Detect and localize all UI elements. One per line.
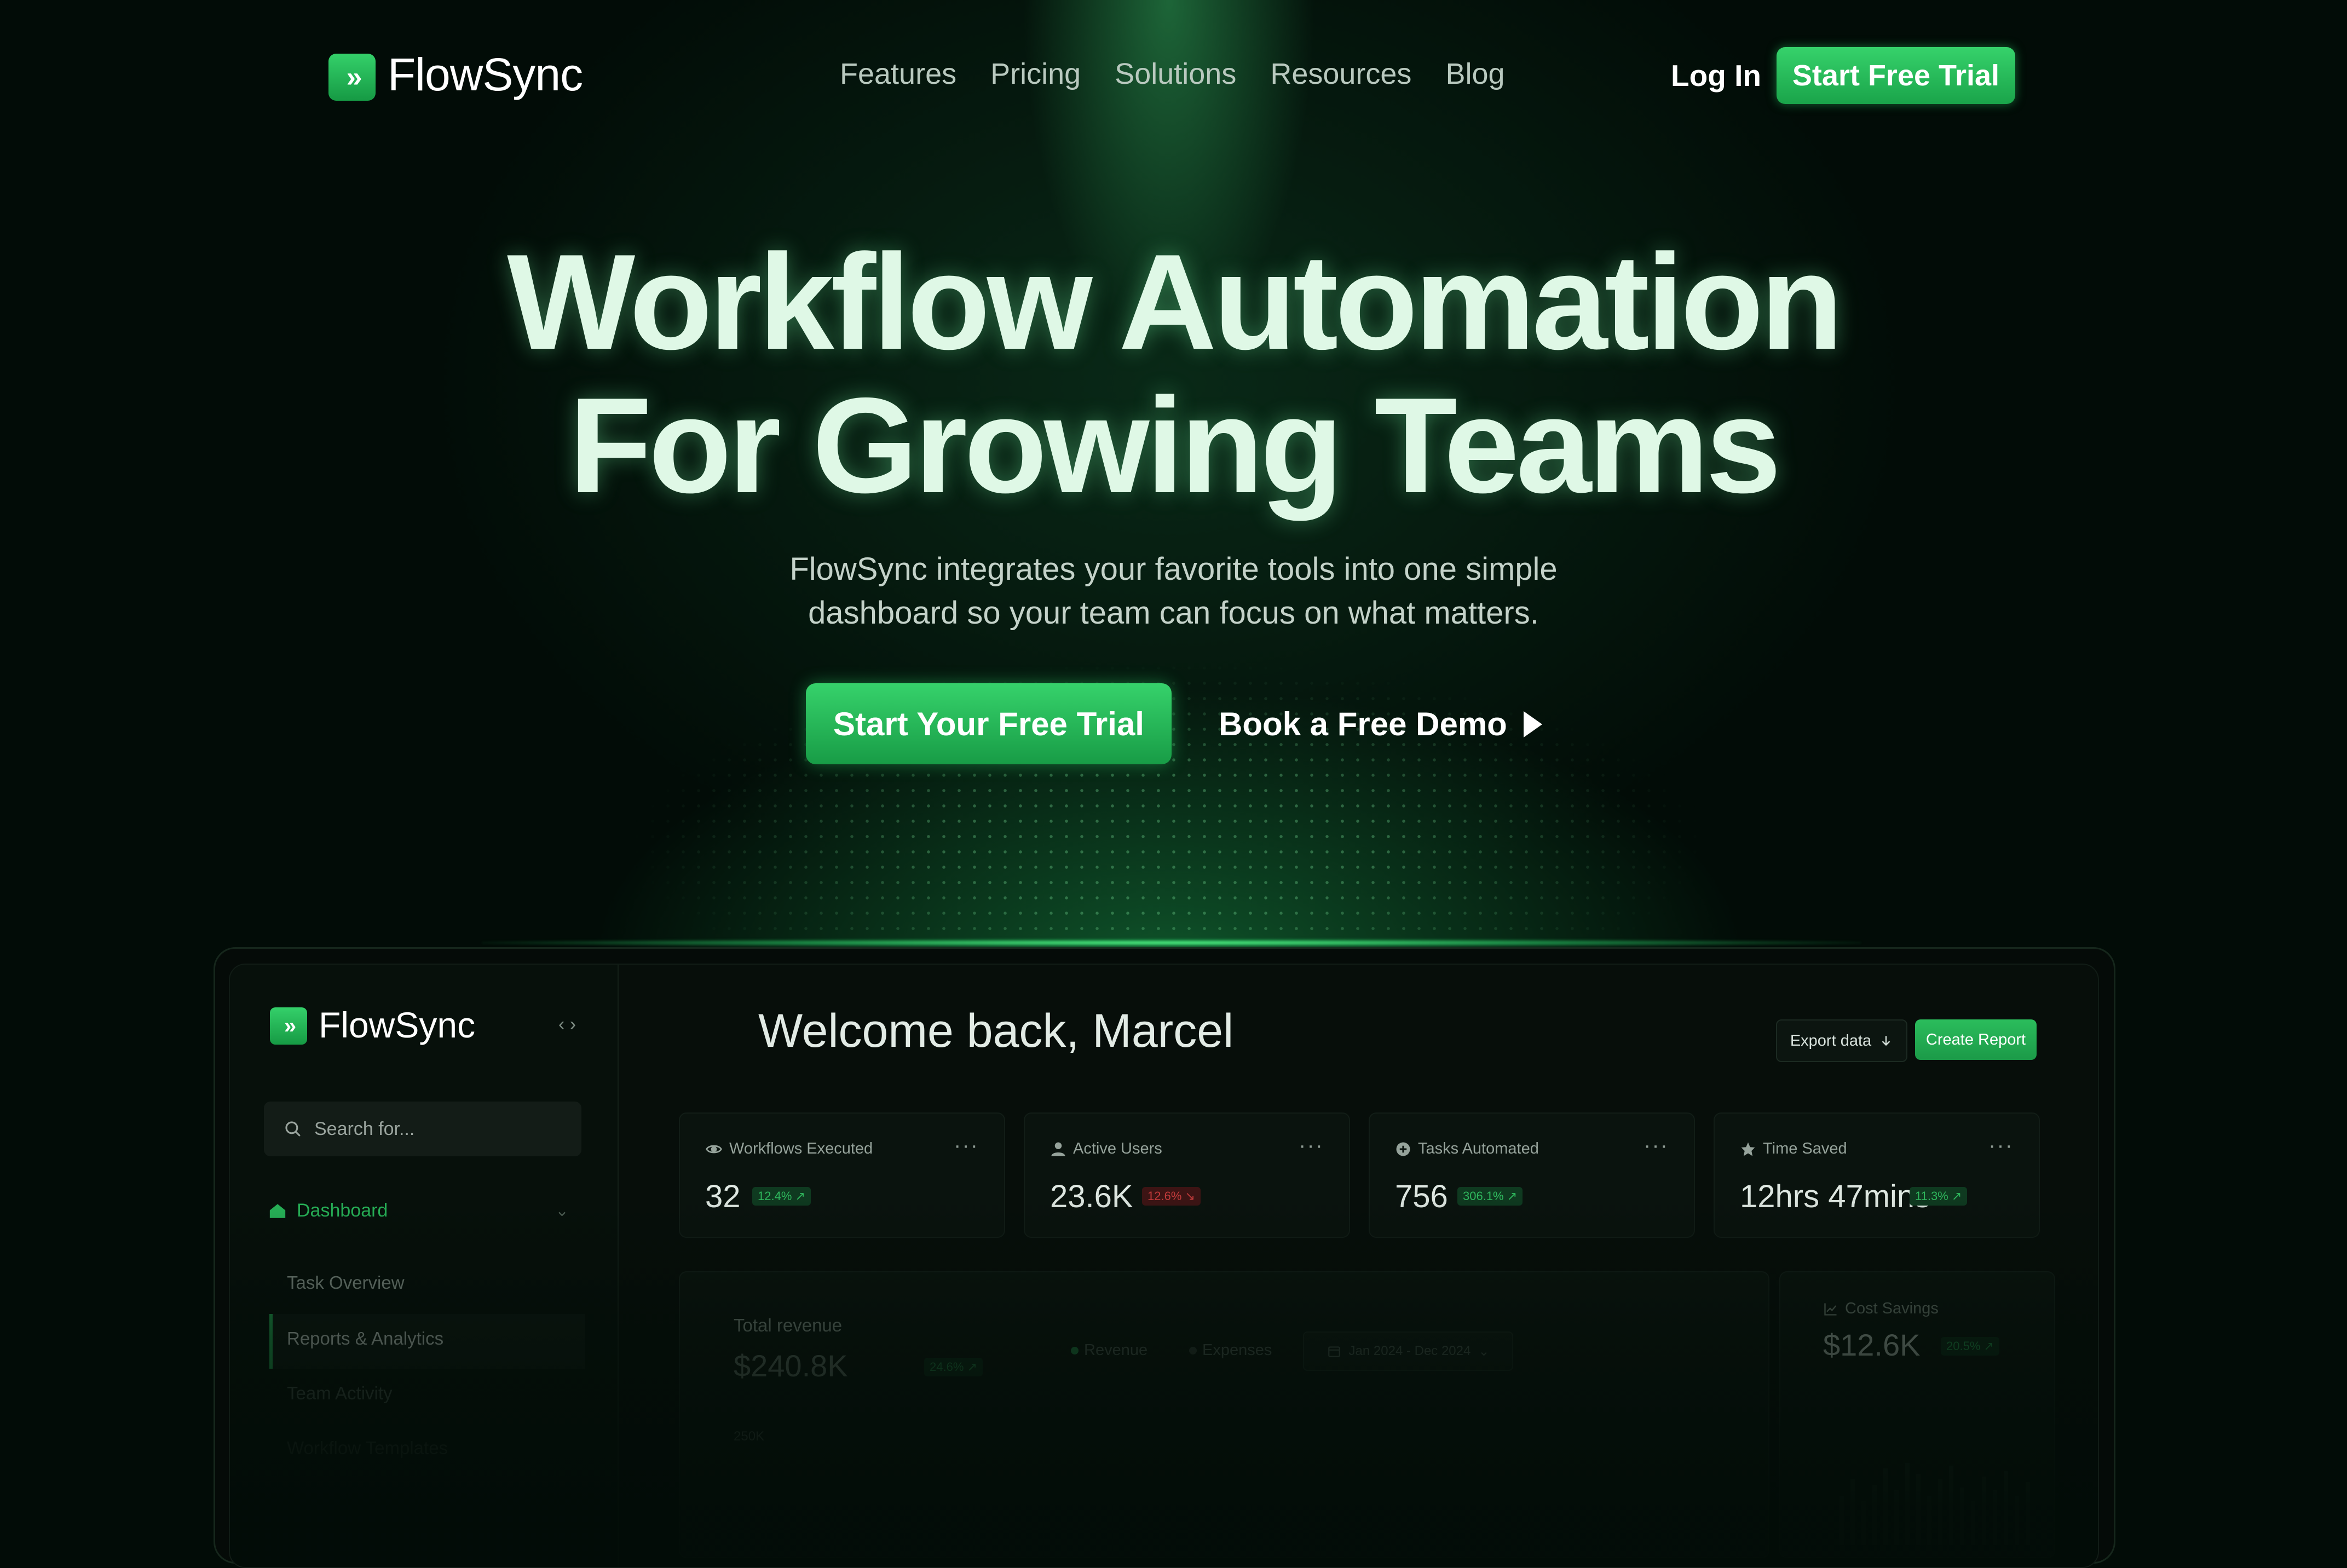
- export-data-label: Export data: [1790, 1031, 1872, 1050]
- cost-savings-label: Cost Savings: [1823, 1300, 1939, 1318]
- kpi-value: 12hrs 47mins: [1740, 1179, 1931, 1214]
- sidebar-search-input[interactable]: [313, 1117, 567, 1140]
- kpi-change-badge: 306.1% ↗: [1457, 1187, 1523, 1206]
- revenue-value: $240.8K: [734, 1348, 848, 1383]
- book-demo-label: Book a Free Demo: [1219, 706, 1507, 742]
- sidebar-item-dashboard[interactable]: Dashboard: [268, 1200, 388, 1221]
- kpi-label: Workflows Executed: [705, 1140, 873, 1158]
- export-data-button[interactable]: Export data: [1776, 1019, 1907, 1062]
- nav-link-resources[interactable]: Resources: [1270, 57, 1411, 91]
- sidebar-item-dashboard-label: Dashboard: [297, 1200, 388, 1221]
- sidebar-brand: FlowSync: [319, 1005, 476, 1045]
- kpi-label-text: Active Users: [1073, 1140, 1162, 1157]
- legend-dot-icon: [1189, 1346, 1197, 1354]
- revenue-card: [679, 1271, 1769, 1558]
- hero-subtitle: FlowSync integrates your favorite tools …: [0, 547, 2347, 635]
- kpi-change-badge: 11.3% ↗: [1910, 1187, 1968, 1206]
- cost-savings-change-badge: 20.5% ↗: [1941, 1337, 1999, 1356]
- cost-savings-bars: [1839, 1463, 2030, 1545]
- chevron-down-icon: ⌄: [1478, 1344, 1490, 1359]
- sidebar-collapse-icon[interactable]: ‹ ›: [558, 1014, 576, 1035]
- calendar-icon: [1328, 1346, 1340, 1357]
- plus-circle-icon: [1396, 1142, 1410, 1156]
- hero-title-line-1: Workflow Automation: [507, 226, 1843, 378]
- star-icon: [1741, 1142, 1755, 1156]
- kpi-card-workflows[interactable]: Workflows Executed ··· 32 12.4% ↗: [679, 1112, 1005, 1238]
- kpi-change-badge: 12.4% ↗: [752, 1187, 811, 1206]
- kpi-label: Active Users: [1050, 1140, 1162, 1158]
- kpi-card-tasks-automated[interactable]: Tasks Automated ··· 756 306.1% ↗: [1369, 1112, 1695, 1238]
- sidebar-item-workflow-templates[interactable]: Workflow Templates: [287, 1438, 448, 1459]
- home-icon: [269, 1203, 286, 1218]
- hero-title: Workflow Automation For Growing Teams: [0, 230, 2347, 517]
- legend-revenue[interactable]: Revenue: [1071, 1341, 1147, 1359]
- brand-name[interactable]: FlowSync: [388, 48, 583, 101]
- kpi-label: Time Saved: [1740, 1140, 1847, 1158]
- kpi-card-active-users[interactable]: Active Users ··· 23.6K 12.6% ↘: [1024, 1112, 1350, 1238]
- dashboard-glow-line: [482, 939, 1861, 947]
- kpi-card-time-saved[interactable]: Time Saved ··· 12hrs 47mins 11.3% ↗: [1714, 1112, 2040, 1238]
- trend-chart-icon: [1824, 1303, 1837, 1316]
- dot-pattern: [630, 630, 1708, 936]
- date-range-label: Jan 2024 - Dec 2024: [1348, 1344, 1471, 1358]
- user-icon: [1051, 1142, 1065, 1156]
- more-options-icon[interactable]: ···: [1299, 1133, 1324, 1158]
- sidebar-item-task-overview[interactable]: Task Overview: [287, 1272, 405, 1293]
- legend-expenses[interactable]: Expenses: [1189, 1341, 1272, 1359]
- login-link[interactable]: Log In: [1671, 58, 1761, 93]
- sidebar-search[interactable]: [264, 1102, 581, 1156]
- nav-link-blog[interactable]: Blog: [1445, 57, 1504, 91]
- nav-link-pricing[interactable]: Pricing: [990, 57, 1081, 91]
- nav-link-solutions[interactable]: Solutions: [1115, 57, 1236, 91]
- kpi-value: 23.6K: [1050, 1179, 1133, 1214]
- hero-subtitle-line-2: dashboard so your team can focus on what…: [808, 595, 1539, 631]
- kpi-label: Tasks Automated: [1395, 1140, 1539, 1158]
- create-report-button[interactable]: Create Report: [1915, 1019, 2037, 1060]
- dashboard-sidebar: » FlowSync ‹ › Dashboard ⌄ Task Overview…: [230, 965, 619, 1567]
- kpi-change-badge: 12.6% ↘: [1142, 1187, 1201, 1206]
- dashboard-preview: » FlowSync ‹ › Dashboard ⌄ Task Overview…: [229, 964, 2099, 1568]
- start-free-trial-button[interactable]: Start Free Trial: [1777, 47, 2015, 104]
- chevron-down-icon[interactable]: ⌄: [555, 1201, 569, 1220]
- more-options-icon[interactable]: ···: [1644, 1133, 1669, 1158]
- search-icon: [285, 1121, 301, 1137]
- kpi-label-text: Tasks Automated: [1418, 1140, 1539, 1157]
- sidebar-item-reports[interactable]: Reports & Analytics: [287, 1328, 443, 1349]
- cost-savings-value: $12.6K: [1823, 1328, 1921, 1362]
- kpi-label-text: Time Saved: [1763, 1140, 1847, 1157]
- revenue-y-tick: 250K: [734, 1429, 765, 1444]
- hero-title-line-2: For Growing Teams: [569, 369, 1781, 521]
- date-range-picker[interactable]: Jan 2024 - Dec 2024 ⌄: [1303, 1331, 1513, 1371]
- main-nav: Features Pricing Solutions Resources Blo…: [840, 57, 1505, 91]
- legend-dot-icon: [1071, 1346, 1079, 1354]
- legend-revenue-label: Revenue: [1084, 1341, 1148, 1359]
- more-options-icon[interactable]: ···: [1988, 1133, 2014, 1158]
- play-icon: [1523, 711, 1542, 737]
- legend-expenses-label: Expenses: [1202, 1341, 1272, 1359]
- revenue-label: Total revenue: [734, 1315, 843, 1335]
- kpi-value: 756: [1395, 1179, 1448, 1214]
- cost-savings-label-text: Cost Savings: [1845, 1300, 1939, 1317]
- more-options-icon[interactable]: ···: [954, 1133, 979, 1158]
- revenue-change-badge: 24.6% ↗: [924, 1358, 983, 1376]
- kpi-label-text: Workflows Executed: [729, 1140, 873, 1157]
- sidebar-logo-icon: »: [270, 1007, 307, 1045]
- welcome-heading: Welcome back, Marcel: [758, 1005, 1234, 1057]
- hero-subtitle-line-1: FlowSync integrates your favorite tools …: [789, 551, 1558, 587]
- brand-logo-icon[interactable]: »: [328, 54, 376, 101]
- nav-link-features[interactable]: Features: [840, 57, 956, 91]
- kpi-value: 32: [705, 1179, 741, 1214]
- eye-icon: [706, 1145, 722, 1153]
- arrow-down-icon: [1882, 1036, 1890, 1046]
- sidebar-item-team-activity[interactable]: Team Activity: [287, 1383, 393, 1404]
- book-demo-link[interactable]: Book a Free Demo: [1219, 705, 1542, 743]
- start-your-free-trial-button[interactable]: Start Your Free Trial: [806, 683, 1172, 764]
